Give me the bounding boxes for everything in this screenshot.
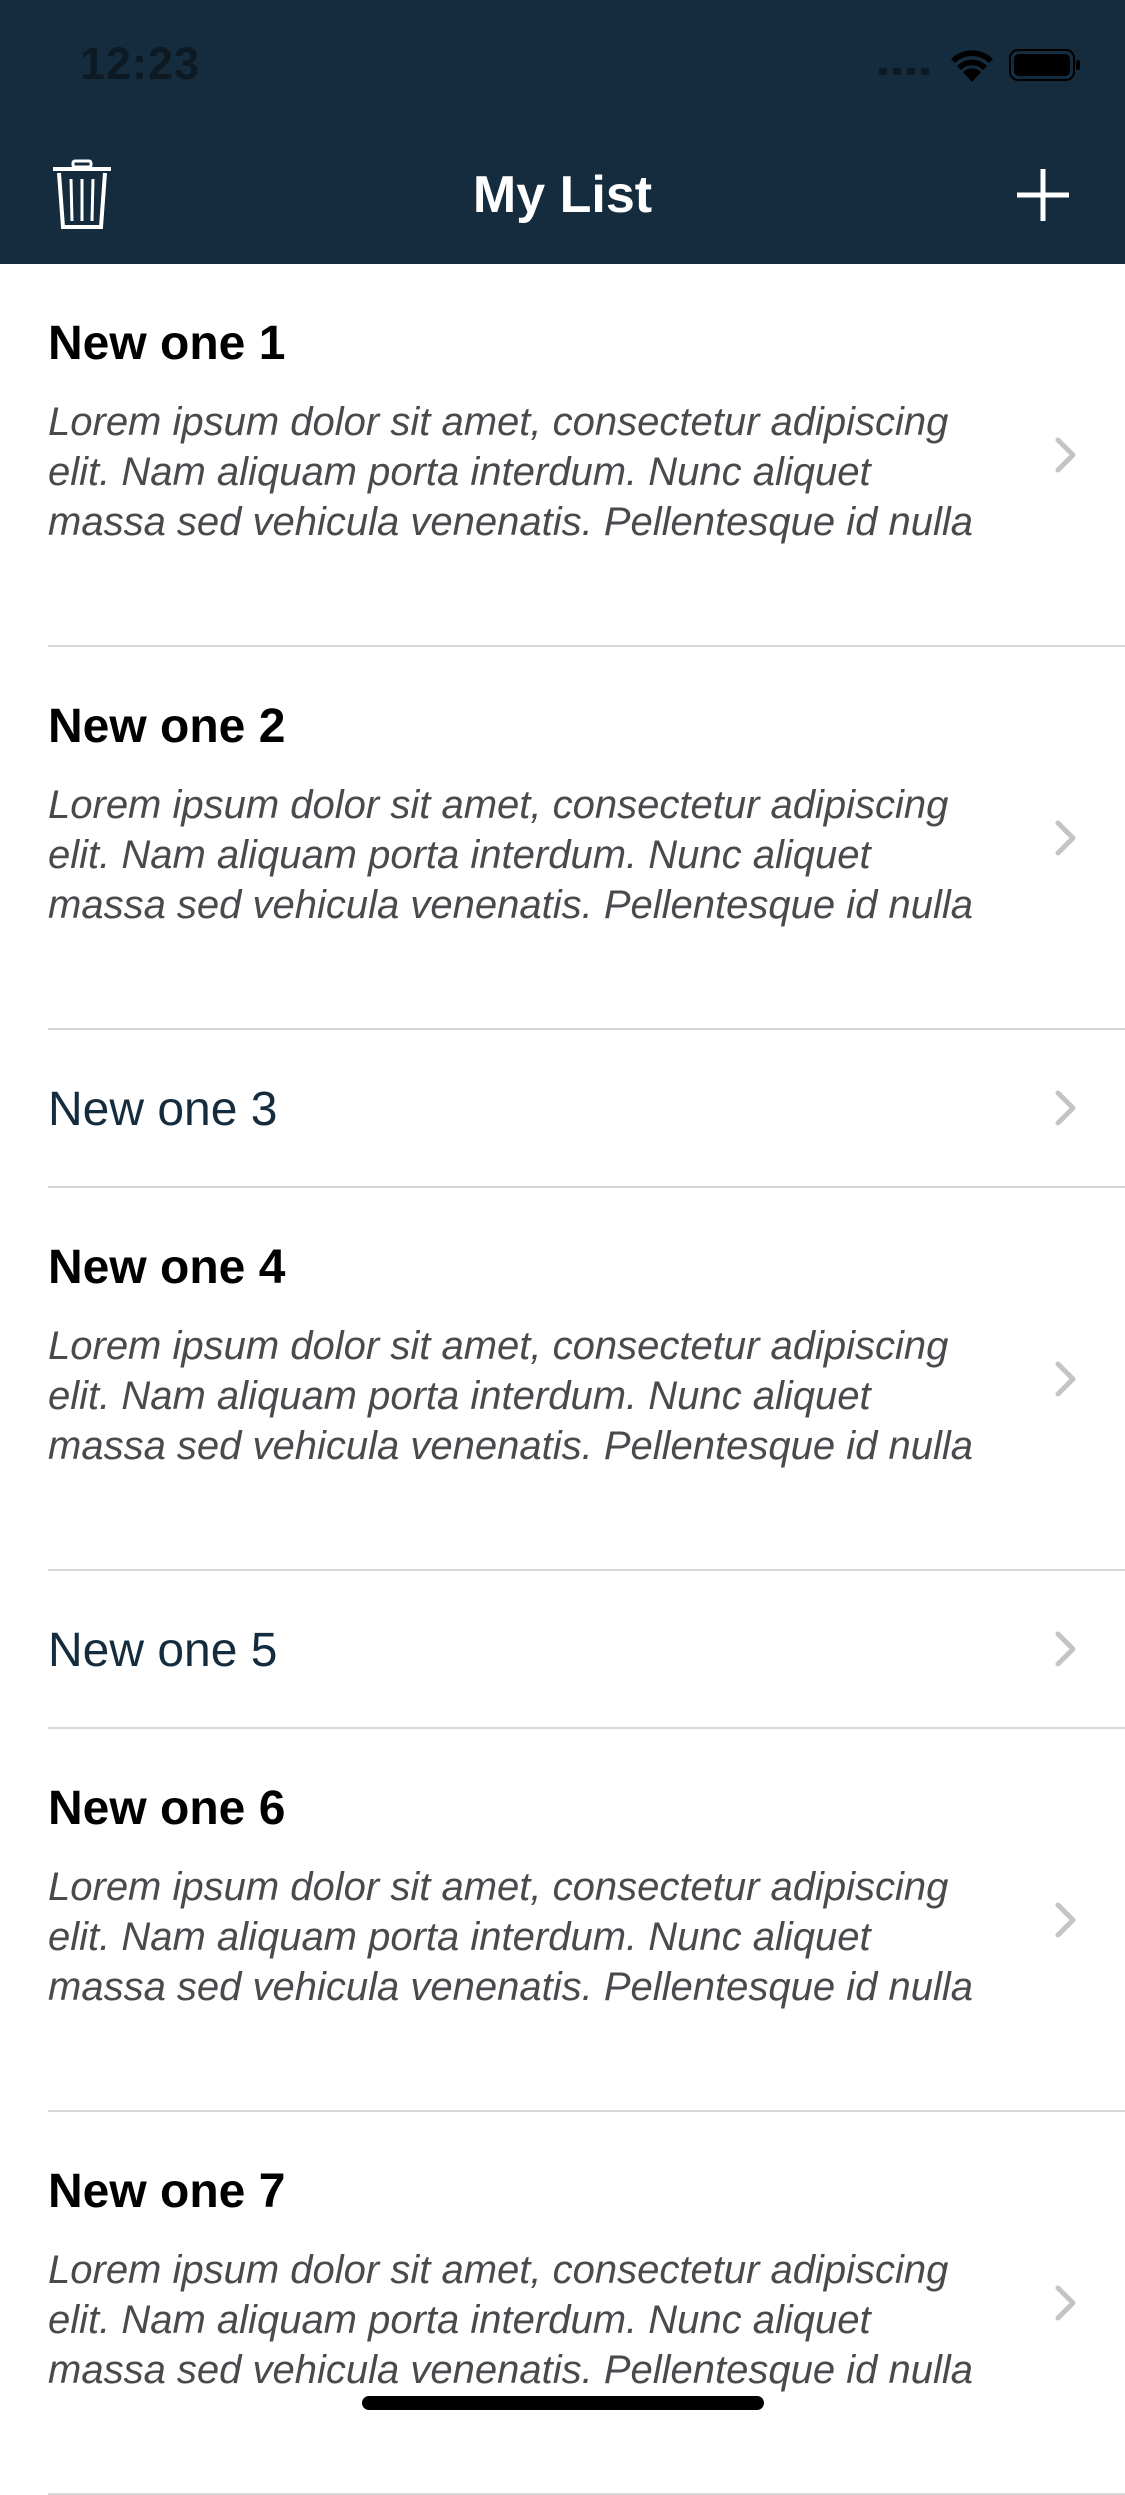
item-title: New one 3 — [48, 1083, 278, 1136]
list-item[interactable]: New one 2 Lorem ipsum dolor sit amet, co… — [48, 647, 1125, 1030]
list-item[interactable]: New one 4 Lorem ipsum dolor sit amet, co… — [48, 1188, 1125, 1571]
item-title: New one 1 — [48, 317, 286, 370]
chevron-right-icon — [1055, 1090, 1076, 1126]
item-description: Lorem ipsum dolor sit amet, consectetur … — [48, 783, 974, 927]
item-description: Lorem ipsum dolor sit amet, consectetur … — [48, 1324, 974, 1468]
chevron-right-icon — [1055, 1361, 1076, 1396]
list-item[interactable]: New one 1 Lorem ipsum dolor sit amet, co… — [48, 264, 1125, 647]
chevron-right-icon — [1055, 820, 1076, 855]
item-title: New one 4 — [48, 1241, 286, 1294]
list-item[interactable]: New one 6 Lorem ipsum dolor sit amet, co… — [48, 1729, 1125, 2112]
cellular-signal-icon — [879, 68, 929, 75]
status-icons — [879, 48, 1081, 82]
list-item[interactable]: New one 3 — [48, 1030, 1125, 1188]
item-title: New one 2 — [48, 700, 286, 753]
chevron-right-icon — [1055, 437, 1076, 472]
chevron-right-icon — [1055, 2285, 1076, 2320]
home-indicator[interactable] — [362, 2396, 764, 2410]
item-title: New one 7 — [48, 2165, 286, 2218]
add-button[interactable] — [1003, 155, 1083, 235]
item-description: Lorem ipsum dolor sit amet, consectetur … — [48, 400, 974, 544]
chevron-right-icon — [1055, 1631, 1076, 1667]
wifi-icon — [951, 50, 993, 82]
item-title: New one 6 — [48, 1782, 286, 1835]
item-description: Lorem ipsum dolor sit amet, consectetur … — [48, 1865, 974, 2009]
status-time: 12:23 — [80, 38, 201, 89]
navigation-bar: 12:23 My List — [0, 0, 1125, 264]
list-item[interactable]: New one 7 Lorem ipsum dolor sit amet, co… — [48, 2112, 1125, 2495]
page-title: My List — [472, 166, 653, 224]
item-description: Lorem ipsum dolor sit amet, consectetur … — [48, 2248, 974, 2392]
plus-icon — [1017, 169, 1069, 221]
chevron-right-icon — [1055, 1902, 1076, 1937]
battery-icon — [1009, 49, 1080, 81]
list-item[interactable]: New one 5 — [48, 1571, 1125, 1729]
item-list: New one 1 Lorem ipsum dolor sit amet, co… — [0, 264, 1125, 2495]
item-title: New one 5 — [48, 1624, 278, 1677]
